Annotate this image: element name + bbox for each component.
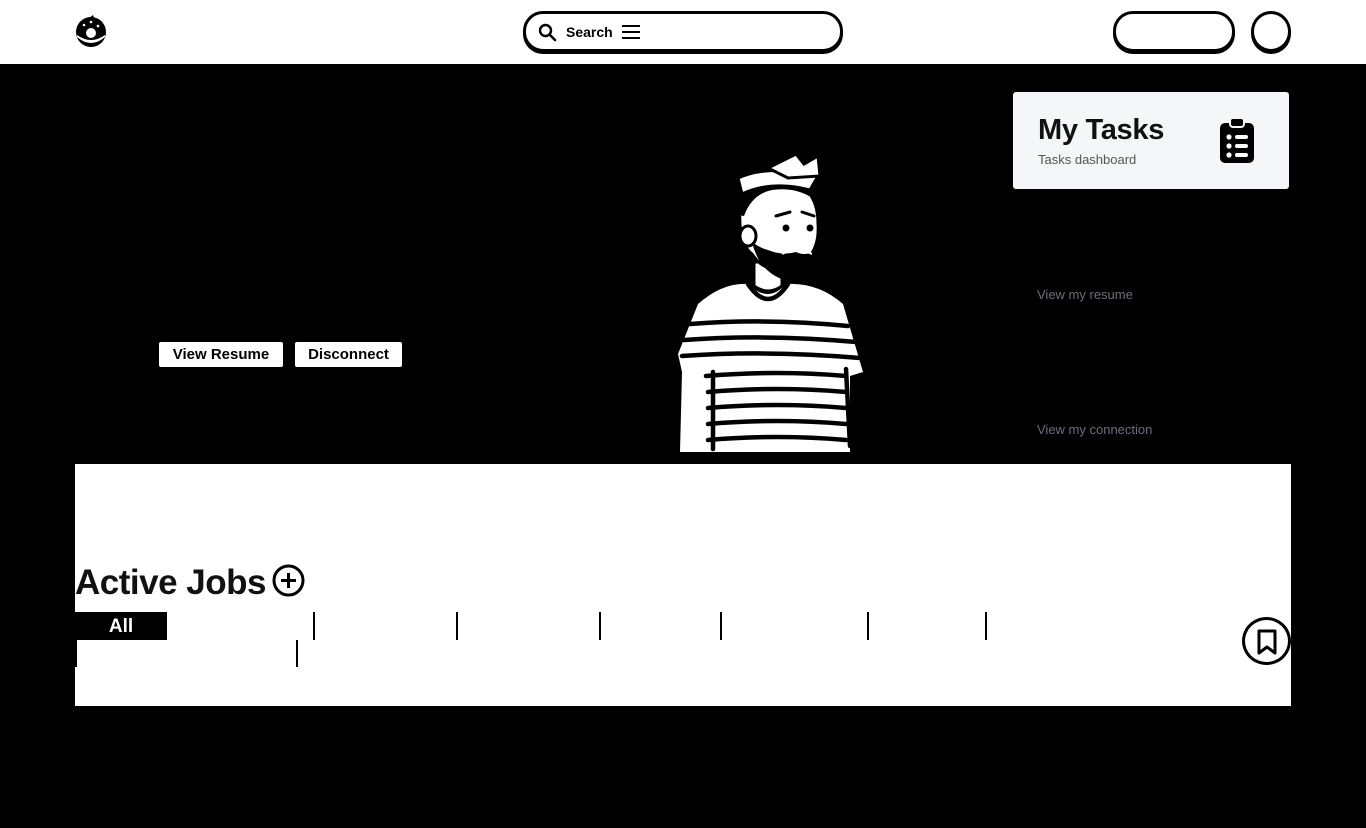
menu-icon[interactable] <box>622 25 640 39</box>
tab-divider <box>985 612 987 640</box>
tab-divider <box>456 612 458 640</box>
my-tasks-card[interactable]: My Tasks Tasks dashboard <box>1013 92 1289 189</box>
view-resume-button[interactable]: View Resume <box>159 342 283 367</box>
tab-divider <box>867 612 869 640</box>
bookmark-button[interactable] <box>1242 617 1291 665</box>
tab-divider <box>599 612 601 640</box>
active-jobs-section: Active Jobs All <box>75 464 1291 706</box>
tab-all[interactable]: All <box>75 612 167 640</box>
bearded-man-illustration <box>668 152 868 454</box>
profile-avatar-button[interactable] <box>1251 11 1291 52</box>
clipboard-icon <box>1218 117 1256 165</box>
tasks-title: My Tasks <box>1038 114 1165 146</box>
tab-divider <box>313 612 315 640</box>
view-my-connection-link[interactable]: View my connection <box>1037 422 1152 437</box>
donut-logo-icon[interactable] <box>74 15 108 49</box>
tasks-subtitle: Tasks dashboard <box>1038 152 1137 167</box>
view-my-resume-link[interactable]: View my resume <box>1037 287 1133 302</box>
search-bar[interactable]: Search <box>523 11 843 52</box>
tab-divider <box>296 640 298 667</box>
search-label: Search <box>566 24 613 40</box>
header-action-button[interactable] <box>1113 11 1235 52</box>
tab-divider <box>75 640 77 667</box>
disconnect-button[interactable]: Disconnect <box>295 342 402 367</box>
tab-divider <box>720 612 722 640</box>
plus-circle-icon[interactable] <box>272 564 305 597</box>
top-header: Search <box>0 0 1366 64</box>
active-jobs-title: Active Jobs <box>75 563 266 602</box>
hero-section: View Resume Disconnect My Tasks Tasks da… <box>0 64 1366 464</box>
search-icon <box>538 23 557 42</box>
